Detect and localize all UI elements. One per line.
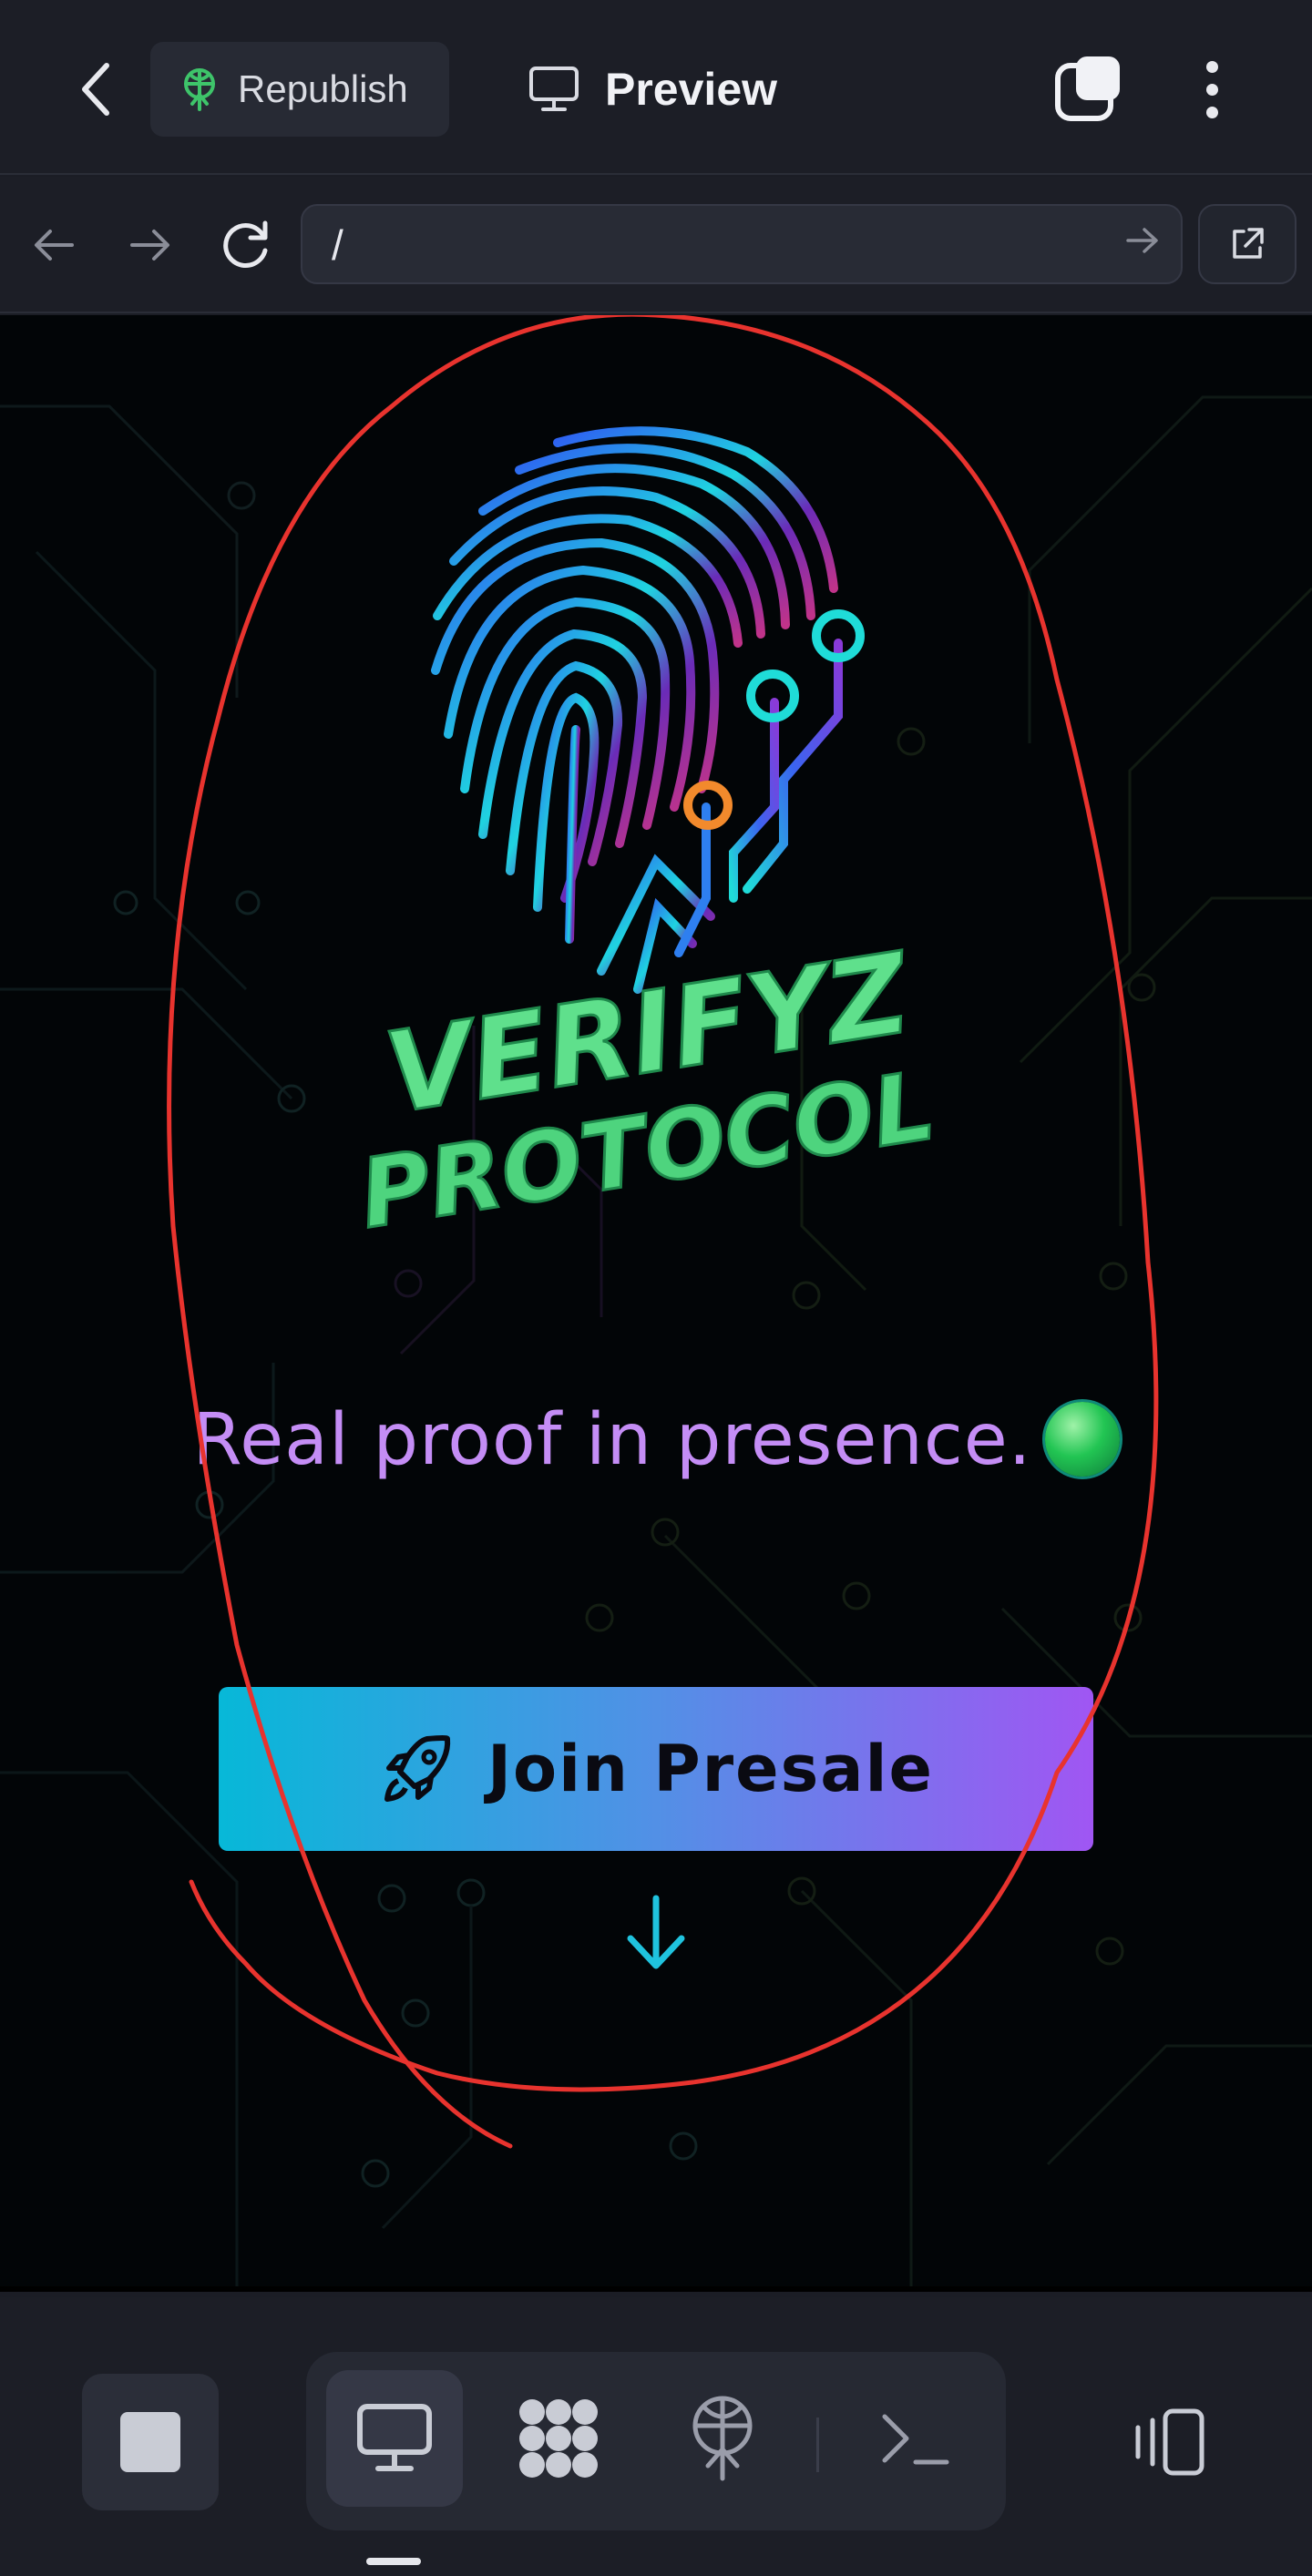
more-vertical-icon (1205, 106, 1218, 118)
device-switch-icon (1135, 2408, 1204, 2476)
globe-antenna-icon (692, 2396, 753, 2481)
tabs-icon (1055, 56, 1120, 121)
preview-label: Preview (605, 64, 778, 115)
browser-nav-bar: / (0, 177, 1312, 313)
arrow-right-icon (130, 230, 169, 261)
stop-button[interactable] (82, 2374, 219, 2510)
preview-title: Preview (528, 53, 777, 126)
url-bar[interactable]: / (301, 204, 1183, 284)
more-vertical-icon (1205, 83, 1218, 96)
arrow-left-icon (35, 230, 74, 261)
reload-button[interactable] (215, 213, 279, 277)
console-button[interactable] (847, 2370, 984, 2507)
url-text: / (332, 221, 343, 269)
stop-icon (120, 2412, 180, 2472)
home-indicator (366, 2558, 421, 2565)
red-annotation-scribble (167, 315, 1159, 2149)
nav-back-button[interactable] (22, 213, 86, 277)
preview-viewport: VERIFYZ PROTOCOL Real proof in presence.… (0, 315, 1312, 2292)
external-link-icon (1233, 228, 1264, 259)
deploy-button[interactable] (654, 2370, 791, 2507)
view-tool-group (306, 2352, 1006, 2530)
reload-icon (223, 220, 268, 268)
monitor-icon (529, 66, 579, 111)
desktop-view-button[interactable] (326, 2370, 463, 2507)
device-switch-button[interactable] (1121, 2374, 1212, 2510)
open-external-button[interactable] (1198, 204, 1297, 284)
nav-forward-button[interactable] (118, 213, 182, 277)
republish-label: Republish (238, 67, 408, 110)
tabs-button[interactable] (1052, 53, 1125, 126)
bottom-toolbar (0, 2297, 1312, 2576)
grid-blob-icon (519, 2399, 598, 2478)
monitor-icon (357, 2404, 432, 2471)
integrations-button[interactable] (490, 2370, 627, 2507)
chevron-left-icon (82, 63, 109, 116)
more-vertical-icon (1205, 60, 1218, 73)
republish-button[interactable]: Republish (150, 42, 449, 137)
more-menu-button[interactable] (1184, 53, 1239, 126)
tool-separator (816, 2418, 819, 2472)
url-go-button[interactable] (1124, 222, 1161, 262)
back-button[interactable] (64, 53, 128, 126)
top-bar: Republish Preview (0, 0, 1312, 175)
arrow-right-icon (1126, 228, 1158, 253)
terminal-icon (882, 2414, 949, 2465)
globe-antenna-icon (184, 68, 215, 111)
